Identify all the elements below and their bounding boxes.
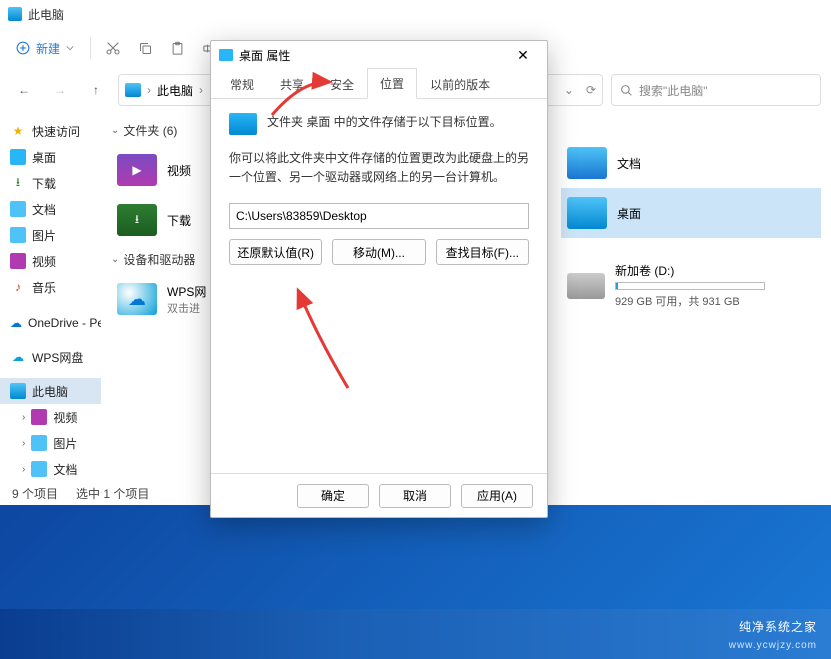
download-icon: ⭳	[10, 175, 26, 191]
status-items: 9 个项目	[12, 485, 58, 502]
chevron-right-icon: ›	[22, 412, 25, 423]
search-box[interactable]: 搜索"此电脑"	[611, 74, 821, 106]
dialog-line1: 文件夹 桌面 中的文件存储于以下目标位置。	[267, 113, 502, 130]
move-button[interactable]: 移动(M)...	[332, 239, 425, 265]
sidebar-thispc[interactable]: 此电脑	[0, 378, 101, 404]
dialog-footer: 确定 取消 应用(A)	[211, 473, 547, 517]
watermark: 纯净系统之家 www.ycwjzy.com	[729, 618, 817, 651]
desktop-icon	[10, 149, 26, 165]
dialog-titlebar[interactable]: 桌面 属性 ✕	[211, 41, 547, 69]
document-icon	[31, 461, 47, 477]
document-folder-icon	[567, 147, 607, 179]
dialog-title: 桌面 属性	[239, 47, 290, 64]
restore-default-button[interactable]: 还原默认值(R)	[229, 239, 322, 265]
tab-share[interactable]: 共享	[267, 69, 317, 99]
folder-desktop[interactable]: 桌面	[561, 188, 821, 238]
chevron-down-icon: ⌄	[111, 254, 119, 265]
chevron-right-icon: ›	[147, 83, 151, 97]
dialog-body: 文件夹 桌面 中的文件存储于以下目标位置。 你可以将此文件夹中文件存储的位置更改…	[211, 99, 547, 473]
picture-icon	[31, 435, 47, 451]
video-icon	[31, 409, 47, 425]
pc-icon	[125, 83, 141, 97]
properties-dialog: 桌面 属性 ✕ 常规 共享 安全 位置 以前的版本 文件夹 桌面 中的文件存储于…	[210, 40, 548, 518]
cloud-drive-icon: ☁	[117, 283, 157, 315]
video-folder-icon: ▶	[117, 154, 157, 186]
status-selected: 选中 1 个项目	[76, 485, 149, 502]
search-placeholder: 搜索"此电脑"	[639, 82, 708, 99]
sidebar-pc-pictures[interactable]: ›图片	[0, 430, 101, 456]
sidebar-quick-access[interactable]: ★快速访问	[0, 118, 101, 144]
nav-up[interactable]: ↑	[82, 76, 110, 104]
find-target-button[interactable]: 查找目标(F)...	[436, 239, 529, 265]
cloud-icon: ☁	[10, 315, 22, 331]
window-title: 此电脑	[28, 6, 64, 23]
sidebar-item-videos[interactable]: 视频	[0, 248, 101, 274]
sidebar-item-pictures[interactable]: 图片	[0, 222, 101, 248]
sidebar-item-downloads[interactable]: ⭳下载	[0, 170, 101, 196]
chevron-down-icon[interactable]: ⌄	[564, 83, 574, 97]
document-icon	[10, 201, 26, 217]
cut-icon[interactable]	[99, 34, 127, 62]
star-icon: ★	[10, 123, 26, 139]
desktop-folder-icon	[567, 197, 607, 229]
new-button[interactable]: 新建	[8, 36, 82, 61]
drive-usage-bar	[615, 282, 765, 290]
chevron-right-icon: ›	[22, 464, 25, 475]
nav-back[interactable]: ←	[10, 76, 38, 104]
dialog-line2: 你可以将此文件夹中文件存储的位置更改为此硬盘上的另一个位置、另一个驱动器或网络上…	[229, 149, 529, 187]
search-icon	[620, 84, 633, 97]
sidebar-item-documents[interactable]: 文档	[0, 196, 101, 222]
sidebar-pc-documents[interactable]: ›文档	[0, 456, 101, 482]
desktop-background	[0, 505, 831, 609]
sidebar-wps[interactable]: ☁WPS网盘	[0, 344, 101, 370]
drive-d[interactable]: 新加卷 (D:) 929 GB 可用，共 931 GB	[561, 256, 821, 315]
video-icon	[10, 253, 26, 269]
tab-location[interactable]: 位置	[367, 68, 417, 99]
picture-icon	[10, 227, 26, 243]
chevron-down-icon: ⌄	[111, 125, 119, 136]
dialog-tabs: 常规 共享 安全 位置 以前的版本	[211, 69, 547, 99]
close-button[interactable]: ✕	[507, 43, 539, 67]
path-input[interactable]	[229, 203, 529, 229]
breadcrumb-root[interactable]: 此电脑	[157, 82, 193, 99]
taskbar: 纯净系统之家 www.ycwjzy.com	[0, 609, 831, 659]
copy-icon[interactable]	[131, 34, 159, 62]
music-icon: ♪	[10, 279, 26, 295]
refresh-icon[interactable]: ⟳	[586, 83, 596, 97]
separator	[90, 37, 91, 59]
disk-icon	[567, 273, 605, 299]
pc-icon	[8, 7, 22, 21]
folder-documents[interactable]: 文档	[561, 138, 821, 188]
desktop-icon	[229, 113, 257, 135]
chevron-down-icon	[66, 44, 74, 52]
sidebar-onedrive[interactable]: ☁OneDrive - Pers	[0, 310, 101, 336]
ok-button[interactable]: 确定	[297, 484, 369, 508]
cloud-icon: ☁	[10, 349, 26, 365]
nav-fwd[interactable]: →	[46, 76, 74, 104]
sidebar-pc-videos[interactable]: ›视频	[0, 404, 101, 430]
cancel-button[interactable]: 取消	[379, 484, 451, 508]
tab-previous[interactable]: 以前的版本	[417, 69, 503, 99]
desktop-icon	[219, 49, 233, 61]
apply-button[interactable]: 应用(A)	[461, 484, 533, 508]
pc-icon	[10, 383, 26, 399]
window-titlebar: 此电脑	[0, 0, 831, 28]
paste-icon[interactable]	[163, 34, 191, 62]
tab-general[interactable]: 常规	[217, 69, 267, 99]
chevron-right-icon: ›	[199, 83, 203, 97]
download-folder-icon: ⭳	[117, 204, 157, 236]
new-label: 新建	[36, 40, 60, 57]
tab-security[interactable]: 安全	[317, 69, 367, 99]
chevron-right-icon: ›	[22, 438, 25, 449]
sidebar-item-music[interactable]: ♪音乐	[0, 274, 101, 300]
sidebar-item-desktop[interactable]: 桌面	[0, 144, 101, 170]
